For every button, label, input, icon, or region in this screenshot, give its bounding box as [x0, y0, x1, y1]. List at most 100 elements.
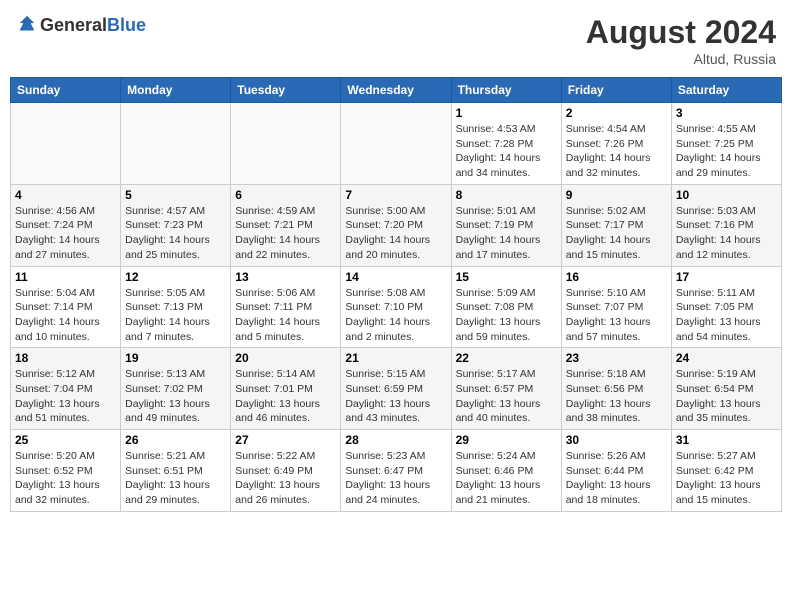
day-info: Sunrise: 5:08 AM Sunset: 7:10 PM Dayligh… — [345, 286, 446, 345]
week-row-3: 11 Sunrise: 5:04 AM Sunset: 7:14 PM Dayli… — [11, 266, 782, 348]
day-number: 4 — [15, 188, 116, 202]
calendar-cell: 13 Sunrise: 5:06 AM Sunset: 7:11 PM Dayli… — [231, 266, 341, 348]
day-info: Sunrise: 5:21 AM Sunset: 6:51 PM Dayligh… — [125, 449, 226, 508]
calendar-cell: 19 Sunrise: 5:13 AM Sunset: 7:02 PM Dayli… — [121, 348, 231, 430]
calendar-cell: 17 Sunrise: 5:11 AM Sunset: 7:05 PM Dayli… — [671, 266, 781, 348]
calendar-cell — [11, 103, 121, 185]
day-info: Sunrise: 5:23 AM Sunset: 6:47 PM Dayligh… — [345, 449, 446, 508]
weekday-header-saturday: Saturday — [671, 78, 781, 103]
day-info: Sunrise: 5:13 AM Sunset: 7:02 PM Dayligh… — [125, 367, 226, 426]
calendar-cell: 12Sunrise: 5:05 AM Sunset: 7:13 PM Dayli… — [121, 266, 231, 348]
day-info: Sunrise: 5:03 AM Sunset: 7:16 PM Dayligh… — [676, 204, 777, 263]
week-row-1: 1 Sunrise: 4:53 AM Sunset: 7:28 PM Daylig… — [11, 103, 782, 185]
calendar-cell: 11 Sunrise: 5:04 AM Sunset: 7:14 PM Dayli… — [11, 266, 121, 348]
day-number: 7 — [345, 188, 446, 202]
calendar-cell: 16 Sunrise: 5:10 AM Sunset: 7:07 PM Dayli… — [561, 266, 671, 348]
day-number: 11 — [15, 270, 116, 284]
calendar-cell: 7 Sunrise: 5:00 AM Sunset: 7:20 PM Daylig… — [341, 184, 451, 266]
day-number: 25 — [15, 433, 116, 447]
day-info: Sunrise: 5:15 AM Sunset: 6:59 PM Dayligh… — [345, 367, 446, 426]
calendar-cell: 15 Sunrise: 5:09 AM Sunset: 7:08 PM Dayli… — [451, 266, 561, 348]
calendar-cell: 8Sunrise: 5:01 AM Sunset: 7:19 PM Daylig… — [451, 184, 561, 266]
weekday-header-tuesday: Tuesday — [231, 78, 341, 103]
day-number: 10 — [676, 188, 777, 202]
logo-icon — [16, 14, 38, 36]
day-number: 1 — [456, 106, 557, 120]
weekday-header-wednesday: Wednesday — [341, 78, 451, 103]
logo-general: General — [40, 15, 107, 35]
day-info: Sunrise: 5:06 AM Sunset: 7:11 PM Dayligh… — [235, 286, 336, 345]
day-number: 5 — [125, 188, 226, 202]
day-info: Sunrise: 5:00 AM Sunset: 7:20 PM Dayligh… — [345, 204, 446, 263]
day-number: 9 — [566, 188, 667, 202]
day-number: 15 — [456, 270, 557, 284]
day-number: 20 — [235, 351, 336, 365]
day-number: 13 — [235, 270, 336, 284]
day-info: Sunrise: 5:09 AM Sunset: 7:08 PM Dayligh… — [456, 286, 557, 345]
calendar-cell: 22 Sunrise: 5:17 AM Sunset: 6:57 PM Dayli… — [451, 348, 561, 430]
calendar-cell: 3 Sunrise: 4:55 AM Sunset: 7:25 PM Daylig… — [671, 103, 781, 185]
day-info: Sunrise: 4:54 AM Sunset: 7:26 PM Dayligh… — [566, 122, 667, 181]
calendar-cell: 31 Sunrise: 5:27 AM Sunset: 6:42 PM Dayli… — [671, 430, 781, 512]
day-number: 24 — [676, 351, 777, 365]
calendar-cell: 14Sunrise: 5:08 AM Sunset: 7:10 PM Dayli… — [341, 266, 451, 348]
calendar-cell: 24Sunrise: 5:19 AM Sunset: 6:54 PM Dayli… — [671, 348, 781, 430]
calendar-cell: 9 Sunrise: 5:02 AM Sunset: 7:17 PM Daylig… — [561, 184, 671, 266]
calendar-cell: 27 Sunrise: 5:22 AM Sunset: 6:49 PM Dayli… — [231, 430, 341, 512]
day-info: Sunrise: 5:11 AM Sunset: 7:05 PM Dayligh… — [676, 286, 777, 345]
calendar-cell: 2 Sunrise: 4:54 AM Sunset: 7:26 PM Daylig… — [561, 103, 671, 185]
calendar-cell — [121, 103, 231, 185]
calendar-cell: 10 Sunrise: 5:03 AM Sunset: 7:16 PM Dayli… — [671, 184, 781, 266]
day-info: Sunrise: 5:24 AM Sunset: 6:46 PM Dayligh… — [456, 449, 557, 508]
calendar-cell: 18 Sunrise: 5:12 AM Sunset: 7:04 PM Dayli… — [11, 348, 121, 430]
day-number: 17 — [676, 270, 777, 284]
day-info: Sunrise: 5:04 AM Sunset: 7:14 PM Dayligh… — [15, 286, 116, 345]
calendar-cell: 1 Sunrise: 4:53 AM Sunset: 7:28 PM Daylig… — [451, 103, 561, 185]
day-info: Sunrise: 5:12 AM Sunset: 7:04 PM Dayligh… — [15, 367, 116, 426]
week-row-2: 4 Sunrise: 4:56 AM Sunset: 7:24 PM Daylig… — [11, 184, 782, 266]
weekday-header-row: SundayMondayTuesdayWednesdayThursdayFrid… — [11, 78, 782, 103]
weekday-header-friday: Friday — [561, 78, 671, 103]
day-number: 3 — [676, 106, 777, 120]
calendar-cell: 4 Sunrise: 4:56 AM Sunset: 7:24 PM Daylig… — [11, 184, 121, 266]
day-number: 16 — [566, 270, 667, 284]
calendar-cell: 26Sunrise: 5:21 AM Sunset: 6:51 PM Dayli… — [121, 430, 231, 512]
week-row-5: 25Sunrise: 5:20 AM Sunset: 6:52 PM Dayli… — [11, 430, 782, 512]
page-header: GeneralBlue August 2024 Altud, Russia — [10, 10, 782, 71]
calendar-cell: 21 Sunrise: 5:15 AM Sunset: 6:59 PM Dayli… — [341, 348, 451, 430]
day-info: Sunrise: 5:14 AM Sunset: 7:01 PM Dayligh… — [235, 367, 336, 426]
day-info: Sunrise: 4:53 AM Sunset: 7:28 PM Dayligh… — [456, 122, 557, 181]
weekday-header-sunday: Sunday — [11, 78, 121, 103]
calendar-cell: 5 Sunrise: 4:57 AM Sunset: 7:23 PM Daylig… — [121, 184, 231, 266]
day-number: 27 — [235, 433, 336, 447]
calendar-table: SundayMondayTuesdayWednesdayThursdayFrid… — [10, 77, 782, 512]
day-info: Sunrise: 4:56 AM Sunset: 7:24 PM Dayligh… — [15, 204, 116, 263]
calendar-cell: 6 Sunrise: 4:59 AM Sunset: 7:21 PM Daylig… — [231, 184, 341, 266]
day-number: 8 — [456, 188, 557, 202]
weekday-header-thursday: Thursday — [451, 78, 561, 103]
title-block: August 2024 Altud, Russia — [586, 14, 776, 67]
day-info: Sunrise: 5:27 AM Sunset: 6:42 PM Dayligh… — [676, 449, 777, 508]
location: Altud, Russia — [586, 51, 776, 67]
day-info: Sunrise: 4:57 AM Sunset: 7:23 PM Dayligh… — [125, 204, 226, 263]
day-number: 30 — [566, 433, 667, 447]
calendar-cell: 25Sunrise: 5:20 AM Sunset: 6:52 PM Dayli… — [11, 430, 121, 512]
day-info: Sunrise: 4:55 AM Sunset: 7:25 PM Dayligh… — [676, 122, 777, 181]
day-info: Sunrise: 5:17 AM Sunset: 6:57 PM Dayligh… — [456, 367, 557, 426]
day-info: Sunrise: 5:22 AM Sunset: 6:49 PM Dayligh… — [235, 449, 336, 508]
day-info: Sunrise: 5:18 AM Sunset: 6:56 PM Dayligh… — [566, 367, 667, 426]
day-info: Sunrise: 5:02 AM Sunset: 7:17 PM Dayligh… — [566, 204, 667, 263]
day-number: 18 — [15, 351, 116, 365]
day-info: Sunrise: 4:59 AM Sunset: 7:21 PM Dayligh… — [235, 204, 336, 263]
day-number: 22 — [456, 351, 557, 365]
logo-blue: Blue — [107, 15, 146, 35]
day-number: 6 — [235, 188, 336, 202]
day-info: Sunrise: 5:05 AM Sunset: 7:13 PM Dayligh… — [125, 286, 226, 345]
day-number: 19 — [125, 351, 226, 365]
day-info: Sunrise: 5:10 AM Sunset: 7:07 PM Dayligh… — [566, 286, 667, 345]
day-number: 23 — [566, 351, 667, 365]
day-number: 21 — [345, 351, 446, 365]
calendar-cell: 23 Sunrise: 5:18 AM Sunset: 6:56 PM Dayli… — [561, 348, 671, 430]
day-number: 31 — [676, 433, 777, 447]
day-number: 2 — [566, 106, 667, 120]
